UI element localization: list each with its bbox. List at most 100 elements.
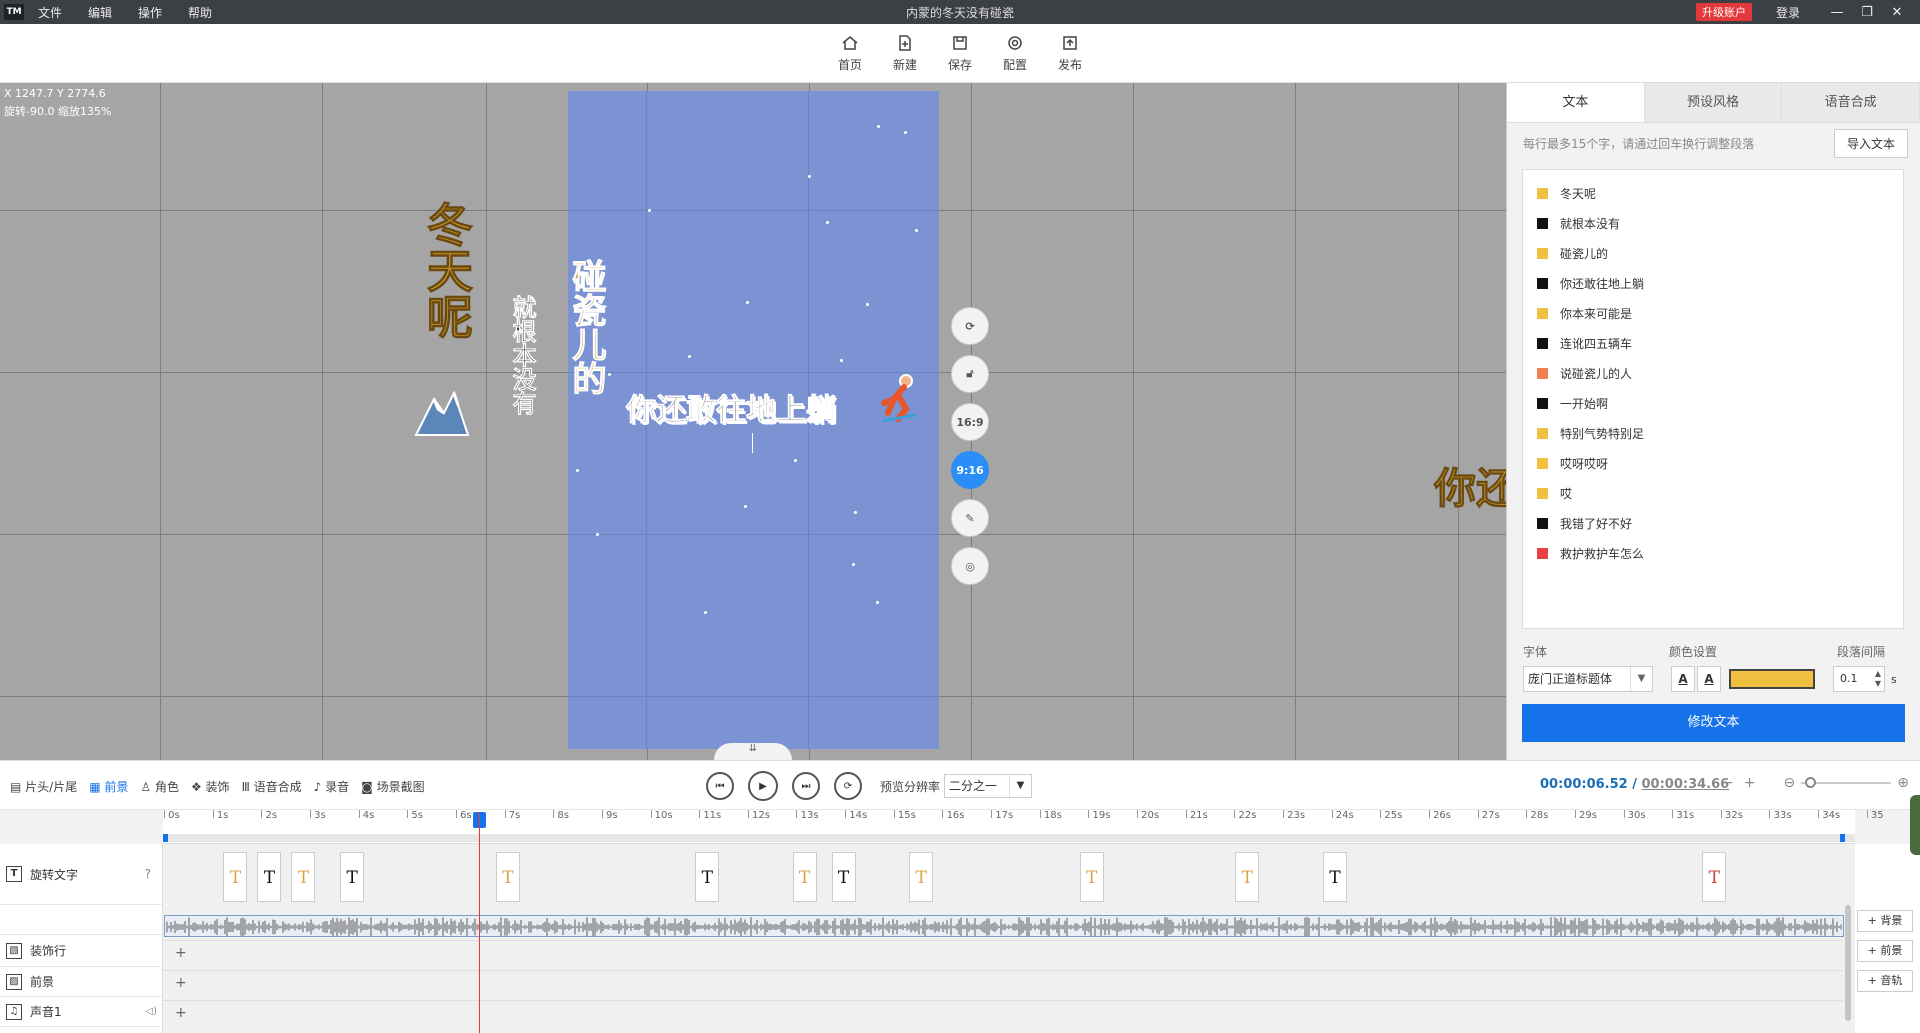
restore-icon[interactable]: ❐	[1852, 5, 1882, 20]
minimize-icon[interactable]: —	[1822, 5, 1852, 20]
ratio-16-9-button[interactable]: 16:9	[951, 403, 989, 441]
rotate-button[interactable]: ⟳	[951, 307, 989, 345]
tool-decoration[interactable]: ❖ 装饰	[191, 778, 230, 795]
text-clip[interactable]: T	[792, 852, 817, 902]
tool-record[interactable]: ♪ 录音	[314, 778, 350, 795]
text-clip[interactable]: T	[909, 852, 934, 902]
home-button[interactable]: 首页	[823, 24, 878, 82]
fill-color-button[interactable]: A	[1671, 666, 1695, 692]
add-foreground-button[interactable]: +	[175, 976, 189, 990]
text-clip[interactable]: T	[495, 852, 520, 902]
tool-foreground[interactable]: ▦ 前景	[89, 778, 128, 795]
zoom-slider-handle[interactable]	[1805, 777, 1817, 788]
range-start-handle[interactable]	[163, 834, 168, 842]
text-clip[interactable]: T	[1322, 852, 1347, 902]
text-line-item[interactable]: 一开始啊	[1523, 388, 1903, 418]
save-button[interactable]: 保存	[933, 24, 988, 82]
text-line-item[interactable]: 就根本没有	[1523, 208, 1903, 238]
ratio-9-16-button[interactable]: 9:16	[951, 451, 989, 489]
help-icon[interactable]: ?	[145, 867, 151, 881]
tab-preset-style[interactable]: 预设风格	[1644, 83, 1783, 122]
track-label-rotating-text[interactable]: T 旋转文字 ?	[0, 844, 163, 905]
text-lines-list[interactable]: 冬天呢 就根本没有 碰瓷儿的 你还敢往地上躺 你本来可能是 连讹四五辆车 说碰瓷儿的人 一开始…	[1522, 169, 1904, 629]
zoom-slider[interactable]	[1801, 777, 1892, 788]
skip-back-button[interactable]: ⏮	[706, 772, 734, 800]
spacing-stepper[interactable]: 0.1 ▲ ▼	[1833, 666, 1885, 692]
playhead-line[interactable]	[479, 812, 480, 1033]
text-clip[interactable]: T	[340, 852, 365, 902]
caption-no-one[interactable]: 就根本没有	[505, 295, 540, 416]
menu-operate[interactable]: 操作	[138, 4, 162, 21]
stepper-arrows-icon[interactable]: ▲ ▼	[1875, 669, 1881, 689]
text-line-item[interactable]: 特别气势特别足	[1523, 418, 1903, 448]
zoom-in-icon[interactable]: ⊕	[1897, 775, 1909, 791]
font-select[interactable]: 庞门正道标题体 ▼	[1523, 666, 1653, 692]
text-clip[interactable]: T	[695, 852, 720, 902]
ruler-range-bar[interactable]	[163, 834, 1855, 842]
volume-icon[interactable]: ◁)	[145, 1006, 157, 1017]
stroke-color-button[interactable]: A	[1697, 666, 1721, 692]
settings-button[interactable]: 配置	[988, 24, 1043, 82]
close-icon[interactable]: ✕	[1882, 5, 1912, 20]
skater-sticker[interactable]	[876, 373, 920, 425]
text-line-item[interactable]: 冬天呢	[1523, 178, 1903, 208]
login-link[interactable]: 登录	[1776, 4, 1800, 21]
text-line-item[interactable]: 连讹四五辆车	[1523, 328, 1903, 358]
text-clip[interactable]: T	[1702, 852, 1727, 902]
text-line-item[interactable]: 你还敢往地上躺	[1523, 268, 1903, 298]
caption-offscreen[interactable]: 你还	[1433, 455, 1506, 516]
timeline-ruler[interactable]: 0s 1s 2s 3s 4s 5s 6s 7s 8s 9s 10s 11s 12…	[163, 810, 1884, 844]
text-clip[interactable]: T	[831, 852, 856, 902]
add-sound-button[interactable]: +	[175, 1006, 189, 1020]
tool-intro-outro[interactable]: ▤ 片头/片尾	[10, 778, 77, 795]
play-button[interactable]: ▶	[748, 771, 778, 801]
stage[interactable]: X 1247.7 Y 2774.6 旋转-90.0 缩放135% 冬天呢 就根本…	[0, 83, 1506, 760]
add-foreground-track-button[interactable]: + 前景	[1857, 940, 1913, 962]
add-audio-track-button[interactable]: + 音轨	[1857, 970, 1913, 992]
preview-resolution-select[interactable]: 二分之一 ▼	[944, 774, 1033, 798]
text-line-item[interactable]: 说碰瓷儿的人	[1523, 358, 1903, 388]
target-button[interactable]: ◎	[951, 547, 989, 585]
tool-tts[interactable]: Ⅲ 语音合成	[242, 778, 302, 795]
modify-text-button[interactable]: 修改文本	[1522, 704, 1905, 742]
side-drawer-handle[interactable]	[1910, 795, 1920, 855]
new-button[interactable]: 新建	[878, 24, 933, 82]
text-line-item[interactable]: 你本来可能是	[1523, 298, 1903, 328]
tool-character[interactable]: ♙ 角色	[140, 778, 179, 795]
caption-scammer[interactable]: 碰瓷儿的	[562, 259, 611, 396]
audio-waveform[interactable]	[164, 915, 1844, 937]
minus-icon[interactable]: −	[1722, 775, 1734, 791]
text-line-item[interactable]: 碰瓷儿的	[1523, 238, 1903, 268]
tab-voice-synth[interactable]: 语音合成	[1782, 83, 1920, 122]
timeline-tracks[interactable]: + + + TTTTTTTTTTTTT	[163, 844, 1855, 1033]
menu-file[interactable]: 文件	[38, 4, 62, 21]
menu-help[interactable]: 帮助	[188, 4, 212, 21]
range-end-handle[interactable]	[1840, 834, 1845, 842]
publish-button[interactable]: 发布	[1043, 24, 1098, 82]
tracks-scrollbar[interactable]	[1845, 905, 1851, 1021]
text-clip[interactable]: T	[1079, 852, 1104, 902]
plus-icon[interactable]: +	[1744, 775, 1756, 791]
tool-screenshot[interactable]: ◙ 场景截图	[361, 778, 424, 795]
text-line-item[interactable]: 救护救护车怎么	[1523, 538, 1903, 568]
edit-button[interactable]: ✎	[951, 499, 989, 537]
lock-button[interactable]: 🔓︎	[951, 355, 989, 393]
track-label-decoration[interactable]: ▧ 装饰行	[0, 935, 163, 967]
skip-forward-button[interactable]: ⏭	[792, 772, 820, 800]
text-clip[interactable]: T	[291, 852, 316, 902]
add-background-button[interactable]: + 背景	[1857, 910, 1913, 932]
text-clip[interactable]: T	[257, 852, 282, 902]
text-clip[interactable]: T	[223, 852, 248, 902]
snow-mountain-sticker[interactable]	[414, 379, 470, 439]
loop-button[interactable]: ⟳	[834, 772, 862, 800]
track-label-foreground[interactable]: ▨ 前景	[0, 967, 163, 997]
collapse-timeline-button[interactable]: ⇊	[714, 743, 792, 760]
text-line-item[interactable]: 哎呀哎呀	[1523, 448, 1903, 478]
menu-edit[interactable]: 编辑	[88, 4, 112, 21]
import-text-button[interactable]: 导入文本	[1833, 128, 1908, 158]
text-clip[interactable]: T	[1235, 852, 1260, 902]
upgrade-button[interactable]: 升级账户	[1695, 3, 1752, 21]
caption-winter[interactable]: 冬天呢	[414, 201, 480, 340]
zoom-out-icon[interactable]: ⊖	[1783, 775, 1795, 791]
color-picker[interactable]	[1729, 669, 1815, 689]
